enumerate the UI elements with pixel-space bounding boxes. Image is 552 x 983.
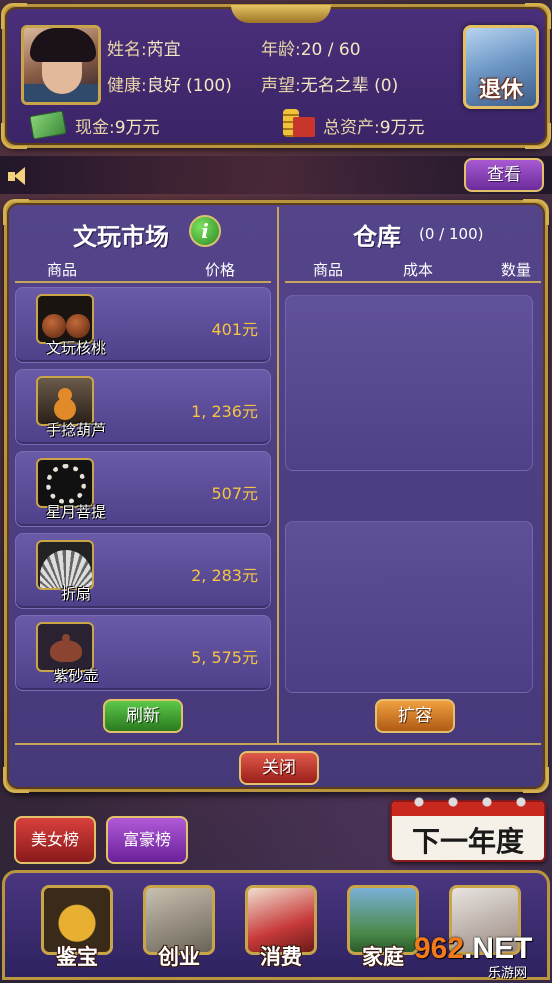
retire-label: 退休: [478, 78, 523, 103]
goods-item-walnut[interactable]: 文玩核桃 401元: [15, 287, 271, 363]
watermark-subtitle: 乐游网: [488, 966, 528, 981]
market-dialog: 文玩市场 i 商品 价格 文玩核桃 401元 手捻葫芦 1, 236元 星月菩提…: [3, 199, 549, 793]
warehouse-col-goods: 商品: [313, 261, 344, 279]
market-col-goods: 商品: [47, 261, 78, 279]
nav-label: 创业: [158, 945, 200, 969]
age-row: 年龄:20 / 60: [261, 35, 361, 60]
close-button[interactable]: 关闭: [239, 751, 319, 785]
expand-button[interactable]: 扩容: [375, 699, 455, 733]
panel-ornament: [231, 5, 331, 23]
nav-label: 鉴宝: [56, 945, 98, 969]
goods-price: 5, 575元: [191, 648, 258, 667]
corner-ornament: [525, 123, 551, 149]
next-year-button[interactable]: 下一年度: [390, 794, 546, 862]
health-row: 健康:良好 (100): [107, 71, 232, 96]
goods-item-teapot[interactable]: 紫砂壶 5, 575元: [15, 615, 271, 691]
watermark-num: 962: [414, 932, 465, 965]
reputation-label: 声望:: [261, 76, 301, 96]
warehouse-header-line: [285, 281, 541, 283]
corner-ornament: [3, 767, 29, 793]
warehouse-col-qty: 数量: [501, 261, 532, 279]
warehouse-empty-area: [285, 295, 533, 471]
player-avatar[interactable]: [21, 25, 101, 105]
assets-row: 总资产:9万元: [323, 113, 425, 138]
age-label: 年龄:: [261, 40, 301, 60]
health-label: 健康:: [107, 76, 147, 96]
player-cash: 9万元: [114, 118, 160, 138]
goods-item-fan[interactable]: 折扇 2, 283元: [15, 533, 271, 609]
goods-price: 507元: [211, 484, 258, 503]
name-label: 姓名:: [107, 40, 147, 60]
speaker-icon: [8, 166, 32, 186]
view-button[interactable]: 查看: [464, 158, 544, 192]
goods-name: 文玩核桃: [45, 339, 106, 357]
cash-label: 现金:: [75, 118, 115, 138]
goods-price: 1, 236元: [191, 402, 258, 421]
cash-icon: [29, 110, 67, 140]
assets-label: 总资产:: [323, 118, 380, 138]
player-health: 良好 (100): [146, 76, 232, 96]
nav-label: 消费: [260, 945, 302, 969]
corner-ornament: [523, 199, 549, 225]
nav-appraise[interactable]: 鉴宝: [37, 885, 117, 971]
reputation-row: 声望:无名之辈 (0): [261, 71, 398, 96]
panel-divider: [277, 207, 279, 743]
player-age: 20 / 60: [300, 40, 361, 60]
next-year-label: 下一年度: [411, 825, 524, 858]
corner-ornament: [523, 767, 549, 793]
market-col-price: 价格: [205, 261, 236, 279]
rich-ranking-button[interactable]: 富豪榜: [106, 816, 188, 864]
market-header-line: [15, 281, 271, 283]
info-icon[interactable]: i: [189, 215, 221, 247]
goods-name: 手捻葫芦: [45, 421, 106, 439]
corner-ornament: [3, 199, 29, 225]
player-reputation: 无名之辈 (0): [300, 76, 399, 96]
player-name: 芮宜: [146, 40, 181, 60]
nav-family[interactable]: 家庭: [343, 885, 423, 971]
watermark-suffix: .NET: [464, 932, 533, 965]
goods-item-bodhi[interactable]: 星月菩提 507元: [15, 451, 271, 527]
cash-row: 现金:9万元: [75, 113, 160, 138]
watermark-brand: 962.NET: [414, 932, 532, 966]
warehouse-capacity: (0 / 100): [419, 225, 484, 243]
player-assets: 9万元: [379, 118, 425, 138]
goods-name: 星月菩提: [45, 503, 106, 521]
warehouse-title: 仓库: [353, 223, 401, 251]
player-info-panel: 姓名:芮宜 年龄:20 / 60 健康:良好 (100) 声望:无名之辈 (0)…: [1, 3, 551, 149]
warehouse-empty-area: [285, 521, 533, 693]
warehouse-col-cost: 成本: [403, 261, 434, 279]
goods-item-gourd[interactable]: 手捻葫芦 1, 236元: [15, 369, 271, 445]
assets-icon: [281, 107, 317, 139]
name-row: 姓名:芮宜: [107, 35, 181, 60]
retire-button[interactable]: 退休: [463, 25, 539, 109]
refresh-button[interactable]: 刷新: [103, 699, 183, 733]
goods-name: 紫砂壶: [53, 667, 99, 685]
nav-label: 家庭: [362, 945, 404, 969]
nav-business[interactable]: 创业: [139, 885, 219, 971]
corner-ornament: [1, 123, 27, 149]
site-watermark: 962.NET 乐游网: [414, 932, 550, 981]
footer-divider: [15, 743, 541, 745]
goods-name: 折扇: [60, 585, 91, 603]
beauty-ranking-button[interactable]: 美女榜: [14, 816, 96, 864]
calendar-rings: [402, 794, 538, 810]
goods-price: 401元: [211, 320, 258, 339]
market-title: 文玩市场: [73, 223, 169, 251]
goods-price: 2, 283元: [191, 566, 258, 585]
nav-consume[interactable]: 消费: [241, 885, 321, 971]
